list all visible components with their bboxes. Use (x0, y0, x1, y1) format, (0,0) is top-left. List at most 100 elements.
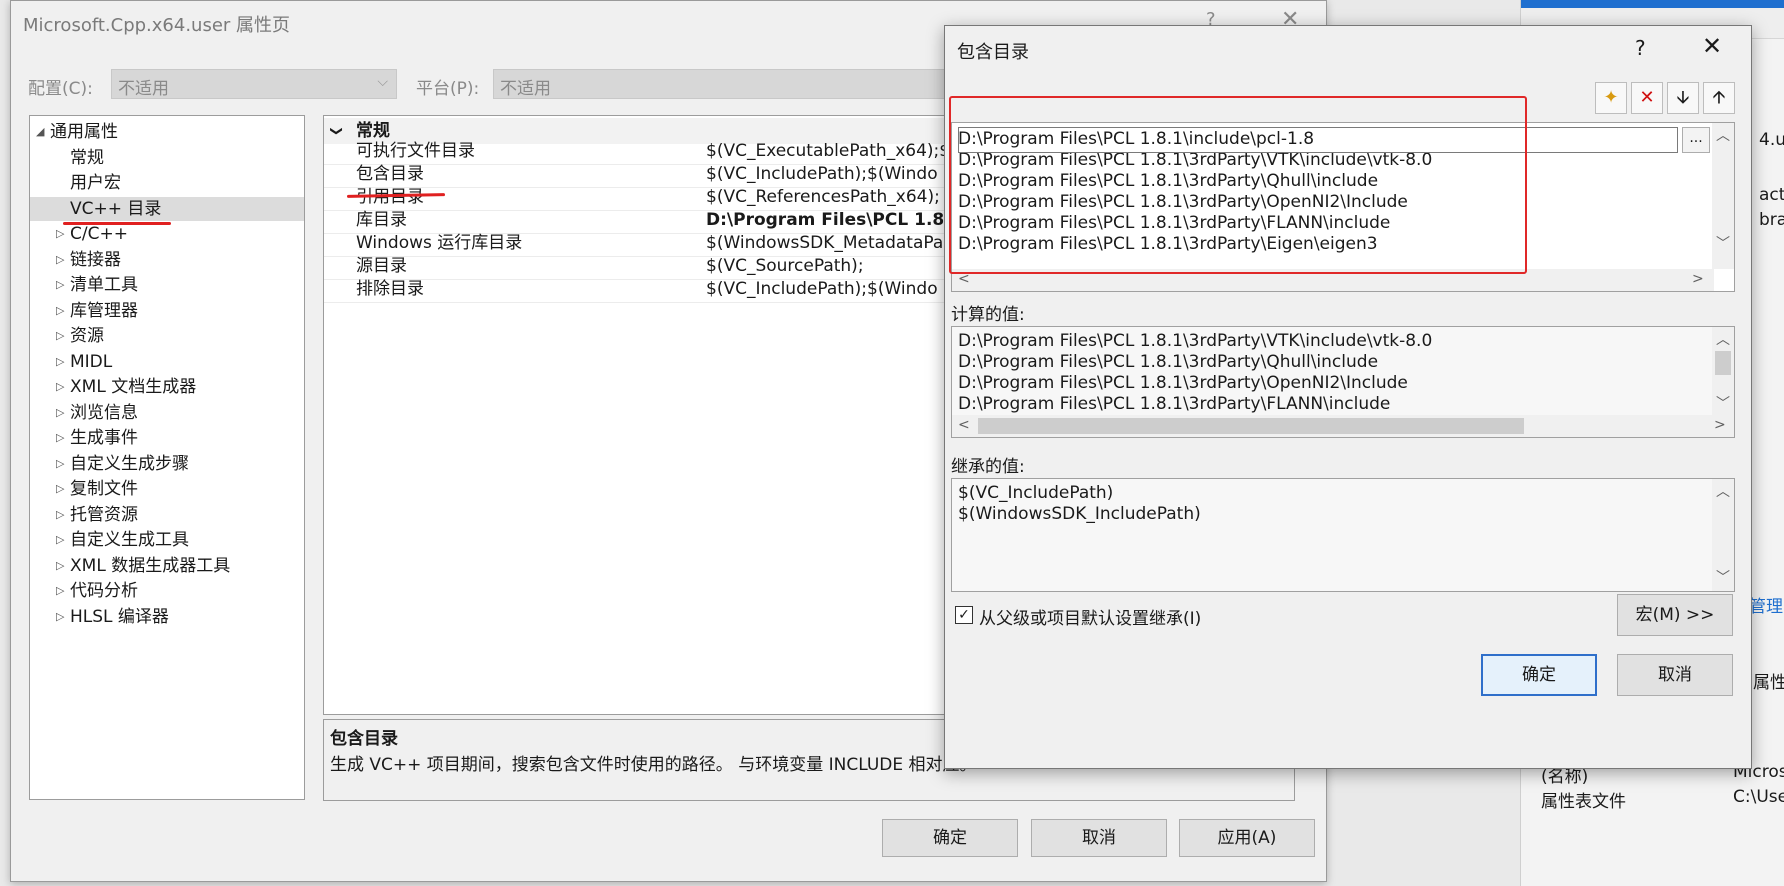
platform-select[interactable]: 不适用 (493, 69, 953, 99)
tree-item[interactable]: ▷ 代码分析 (30, 579, 304, 603)
tree-item[interactable]: ▷ XML 数据生成器工具 (30, 554, 304, 578)
tree-item[interactable]: ▷ C/C++ (30, 222, 304, 246)
grid-row-value: $(VC_IncludePath);$(Windo (706, 279, 938, 299)
tree-item[interactable]: VC++ 目录 (30, 196, 304, 221)
inherit-checkbox-label[interactable]: 从父级或项目默认设置继承(I) (979, 604, 1201, 629)
browse-button[interactable]: ... (1682, 127, 1710, 153)
expand-icon[interactable]: ▷ (56, 452, 64, 476)
expand-icon[interactable]: ▷ (56, 248, 64, 272)
tree-item-label: 自定义生成工具 (70, 530, 189, 550)
expand-icon[interactable]: ▷ (56, 528, 64, 552)
tree-item-label: C/C++ (70, 224, 128, 244)
tree-item[interactable]: ▷ 自定义生成步骤 (30, 452, 304, 476)
tree-item-label: 自定义生成步骤 (70, 453, 189, 474)
close-button[interactable]: ✕ (1702, 32, 1722, 60)
tree-item[interactable]: ▷ HLSL 编译器 (30, 605, 304, 629)
tree-item-label: 浏览信息 (70, 402, 138, 423)
expand-icon[interactable]: ▷ (56, 222, 64, 246)
vertical-scrollbar[interactable]: ︿ ﹀ (1712, 123, 1734, 269)
scroll-left-icon[interactable]: < (958, 417, 970, 433)
scroll-up-icon[interactable]: ︿ (1716, 125, 1730, 145)
tree-item[interactable]: ▷ 链接器 (30, 248, 304, 272)
vertical-scrollbar[interactable]: ︿ ﹀ (1712, 327, 1734, 415)
grid-row-name: 排除目录 (356, 279, 424, 299)
apply-button[interactable]: 应用(A) (1179, 819, 1315, 857)
delete-line-icon[interactable]: ✕ (1631, 82, 1663, 114)
expand-icon[interactable]: ▷ (56, 579, 64, 603)
tree-item[interactable]: 用户宏 (30, 171, 304, 195)
background-text: C:\Use (1733, 787, 1784, 807)
expand-icon[interactable]: ▷ (56, 401, 64, 425)
new-line-icon[interactable]: ✦ (1595, 82, 1627, 114)
scroll-down-icon[interactable]: ﹀ (1716, 393, 1730, 413)
background-link[interactable]: 管理 (1749, 592, 1783, 617)
config-select[interactable]: 不适用 ⌵ (111, 69, 397, 99)
scroll-up-icon[interactable]: ︿ (1716, 481, 1730, 501)
tree-item[interactable]: ▷ 清单工具 (30, 273, 304, 297)
scroll-right-icon[interactable]: > (1692, 271, 1704, 287)
scroll-up-icon[interactable]: ︿ (1716, 329, 1730, 349)
collapse-icon[interactable]: ◢ (36, 120, 44, 144)
window-title: Microsoft.Cpp.x64.user 属性页 (23, 15, 291, 36)
tree-item[interactable]: 常规 (30, 146, 304, 170)
tree-item[interactable]: ▷ 浏览信息 (30, 401, 304, 425)
background-text: 属性表 (1753, 673, 1784, 693)
list-item[interactable]: $(WindowsSDK_IncludePath) (958, 502, 1201, 526)
background-text: 属性表文件 (1541, 792, 1626, 812)
scroll-thumb[interactable] (978, 418, 1524, 434)
platform-label: 平台(P): (416, 79, 480, 99)
tree-item-label: HLSL 编译器 (70, 606, 169, 627)
tree-item-label: 托管资源 (70, 504, 138, 525)
expand-icon[interactable]: ▷ (56, 299, 64, 323)
expand-icon[interactable]: ▷ (56, 273, 64, 297)
cancel-button[interactable]: 取消 (1617, 654, 1733, 696)
expand-icon[interactable]: ▷ (56, 375, 64, 399)
tree-item-label: 链接器 (70, 249, 121, 270)
tree-item-label: 复制文件 (70, 479, 138, 499)
red-box-annotation (949, 96, 1527, 274)
vertical-scrollbar[interactable]: ︿ ﹀ (1712, 479, 1734, 591)
list-item[interactable]: D:\Program Files\PCL 1.8.1\3rdParty\FLAN… (958, 392, 1390, 416)
tree-item[interactable]: ▷ 库管理器 (30, 299, 304, 323)
expand-icon[interactable]: ▷ (56, 324, 64, 348)
cancel-button[interactable]: 取消 (1031, 819, 1167, 857)
tree-item-label: 生成事件 (70, 428, 138, 448)
inherited-values-list[interactable]: $(VC_IncludePath) $(WindowsSDK_IncludePat… (951, 478, 1735, 592)
macros-button[interactable]: 宏(M) >> (1617, 594, 1733, 636)
move-down-icon[interactable]: 🡫 (1667, 82, 1699, 114)
help-button[interactable]: ? (1635, 36, 1646, 60)
expand-icon[interactable]: ▷ (56, 503, 64, 527)
property-tree[interactable]: ◢ 通用属性 常规 用户宏 VC++ 目录 ▷ C/C++ ▷ 链接器 ▷ 清单工具 ▷ 库管理器 ▷ 资源… (29, 115, 305, 800)
platform-value: 不适用 (500, 79, 551, 99)
ok-button[interactable]: 确定 (882, 819, 1018, 857)
tree-item[interactable]: ◢ 通用属性 (30, 120, 304, 144)
expand-icon[interactable]: ▷ (56, 554, 64, 578)
inherit-checkbox[interactable]: ✓ (955, 606, 973, 624)
tree-item[interactable]: ▷ 资源 (30, 324, 304, 348)
tree-item-label: 清单工具 (70, 275, 138, 295)
scroll-down-icon[interactable]: ﹀ (1716, 233, 1730, 253)
include-directories-dialog: 包含目录 ? ✕ ✦ ✕ 🡫 🡩 D:\Program Files\PCL 1.… (944, 25, 1752, 769)
scroll-thumb[interactable] (1715, 351, 1731, 375)
ok-button[interactable]: 确定 (1481, 654, 1597, 696)
tree-item[interactable]: ▷ 复制文件 (30, 477, 304, 501)
background-title-bar (1521, 0, 1784, 8)
collapse-icon[interactable]: ❯ (324, 126, 350, 136)
expand-icon[interactable]: ▷ (56, 477, 64, 501)
computed-values-list[interactable]: D:\Program Files\PCL 1.8.1\3rdParty\VTK\… (951, 326, 1735, 438)
expand-icon[interactable]: ▷ (56, 426, 64, 450)
tree-item-label: MIDL (70, 351, 113, 372)
expand-icon[interactable]: ▷ (56, 350, 64, 374)
tree-item-label: 通用属性 (50, 122, 118, 142)
tree-item[interactable]: ▷ XML 文档生成器 (30, 375, 304, 399)
expand-icon[interactable]: ▷ (56, 605, 64, 629)
tree-item[interactable]: ▷ 托管资源 (30, 503, 304, 527)
background-text: acter (1759, 185, 1784, 205)
move-up-icon[interactable]: 🡩 (1703, 82, 1735, 114)
horizontal-scrollbar[interactable]: < > (952, 415, 1734, 437)
tree-item[interactable]: ▷ 自定义生成工具 (30, 528, 304, 552)
scroll-down-icon[interactable]: ﹀ (1716, 567, 1730, 587)
scroll-right-icon[interactable]: > (1714, 417, 1726, 433)
tree-item[interactable]: ▷ 生成事件 (30, 426, 304, 450)
tree-item[interactable]: ▷ MIDL (30, 350, 304, 374)
